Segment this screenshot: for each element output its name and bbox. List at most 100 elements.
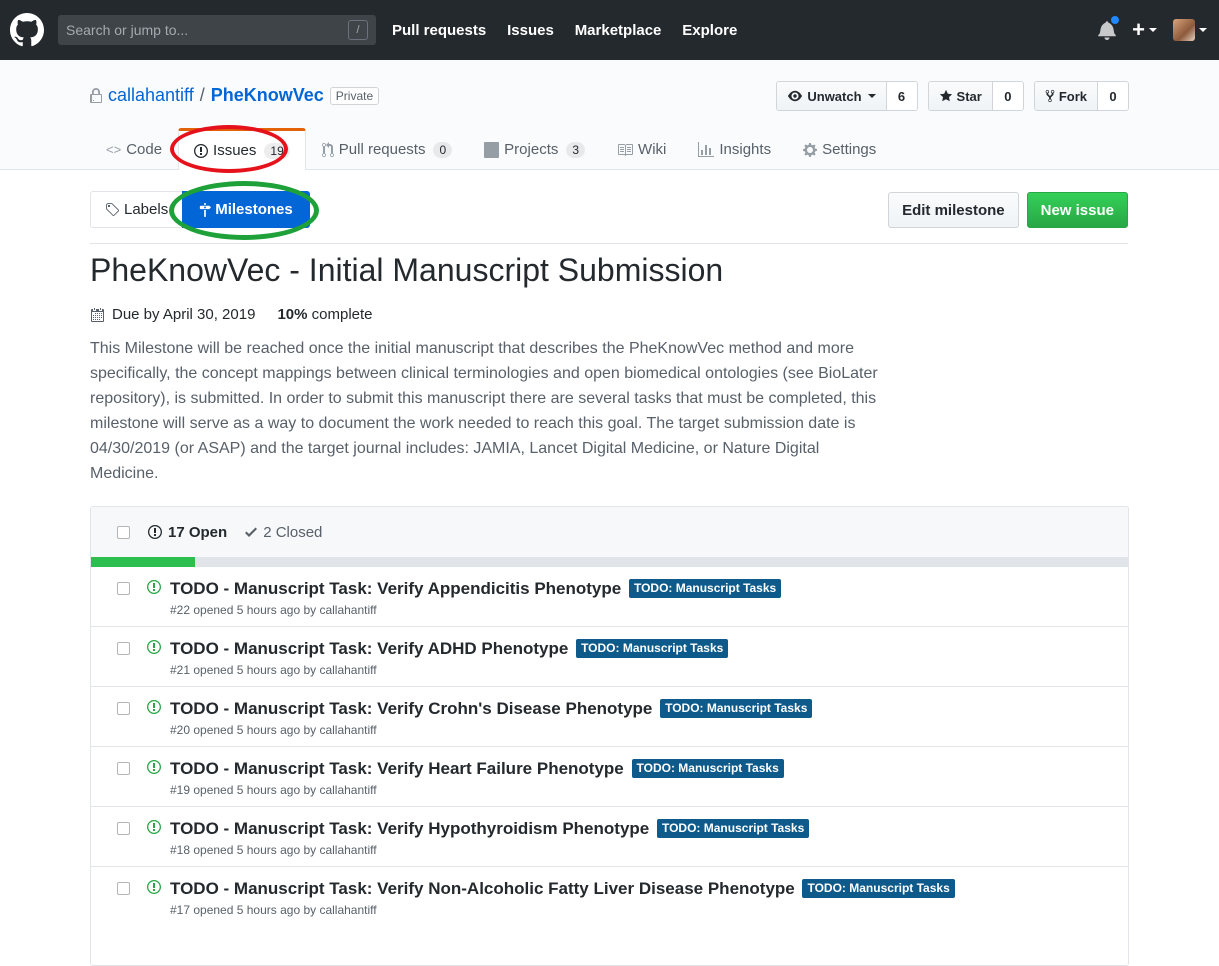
fork-button[interactable]: Fork xyxy=(1034,82,1098,110)
milestones-tab-label: Milestones xyxy=(215,201,293,218)
tab-insights[interactable]: Insights xyxy=(682,128,787,170)
star-button[interactable]: Star xyxy=(928,82,993,110)
issue-label-badge[interactable]: TODO: Manuscript Tasks xyxy=(802,879,955,898)
issue-checkbox[interactable] xyxy=(117,882,130,895)
issue-row[interactable]: TODO - Manuscript Task: Verify Hypothyro… xyxy=(91,806,1128,866)
open-issues-filter[interactable]: 17 Open xyxy=(148,524,227,541)
issue-checkbox[interactable] xyxy=(117,642,130,655)
fork-count[interactable]: 0 xyxy=(1098,82,1128,110)
milestone-description: This Milestone will be reached once the … xyxy=(90,340,878,482)
fork-label: Fork xyxy=(1058,88,1087,104)
lock-icon xyxy=(90,87,102,104)
user-menu[interactable] xyxy=(1173,19,1207,41)
issue-opened-icon xyxy=(147,819,161,838)
milestone-percent-value: 10% xyxy=(277,306,308,323)
issue-opened-icon xyxy=(147,639,161,658)
issue-row[interactable]: TODO - Manuscript Task: Verify Non-Alcoh… xyxy=(91,866,1128,926)
tab-settings-label: Settings xyxy=(822,141,877,158)
chevron-down-icon xyxy=(1199,28,1207,32)
search-input[interactable]: Search or jump to... / xyxy=(58,15,376,45)
issue-title-link[interactable]: TODO - Manuscript Task: Verify Hypothyro… xyxy=(170,819,649,838)
check-icon xyxy=(245,524,258,540)
search-placeholder: Search or jump to... xyxy=(66,22,189,38)
issue-title-line: TODO - Manuscript Task: Verify Hypothyro… xyxy=(170,818,1128,840)
labels-tab[interactable]: Labels xyxy=(90,191,183,228)
issues-table-header: 17 Open 2 Closed xyxy=(91,507,1128,557)
watch-count[interactable]: 6 xyxy=(886,82,917,110)
tab-wiki[interactable]: Wiki xyxy=(601,128,682,170)
star-count[interactable]: 0 xyxy=(992,82,1023,110)
issue-main: TODO - Manuscript Task: Verify Heart Fai… xyxy=(170,758,1128,797)
issue-main: TODO - Manuscript Task: Verify Appendici… xyxy=(170,578,1128,617)
issue-label-badge[interactable]: TODO: Manuscript Tasks xyxy=(628,579,782,598)
issue-checkbox[interactable] xyxy=(117,822,130,835)
nav-explore[interactable]: Explore xyxy=(682,22,737,39)
milestone-actions: Edit milestone New issue xyxy=(888,192,1128,228)
issue-opened-icon xyxy=(147,699,161,718)
gear-icon xyxy=(803,142,818,158)
issue-checkbox[interactable] xyxy=(117,582,130,595)
issue-label-badge[interactable]: TODO: Manuscript Tasks xyxy=(631,759,784,778)
notifications-bell-icon[interactable] xyxy=(1098,15,1121,40)
open-issues-label: 17 Open xyxy=(168,523,228,541)
milestones-tab[interactable]: Milestones xyxy=(169,181,320,240)
issue-title-line: TODO - Manuscript Task: Verify ADHD Phen… xyxy=(170,638,1128,660)
issue-opened-icon xyxy=(148,524,162,540)
repo-header: callahantiff / PheKnowVec Private Unwatc… xyxy=(0,60,1219,173)
closed-issues-filter[interactable]: 2 Closed xyxy=(245,524,322,541)
issue-label-badge[interactable]: TODO: Manuscript Tasks xyxy=(576,639,729,658)
issues-table: 17 Open 2 Closed TODO - Manuscript Task:… xyxy=(90,506,1129,966)
header-actions: + xyxy=(1098,0,1207,60)
issue-checkbox[interactable] xyxy=(117,702,130,715)
issue-main: TODO - Manuscript Task: Verify Hypothyro… xyxy=(170,818,1128,857)
repo-name-link[interactable]: PheKnowVec xyxy=(211,85,324,106)
tab-code-label: Code xyxy=(126,141,163,158)
issue-label-badge[interactable]: TODO: Manuscript Tasks xyxy=(656,819,810,838)
repo-title: callahantiff / PheKnowVec Private xyxy=(90,85,380,106)
issue-label-badge[interactable]: TODO: Manuscript Tasks xyxy=(660,699,813,718)
plus-icon: + xyxy=(1132,17,1145,42)
issue-title-link[interactable]: TODO - Manuscript Task: Verify Appendici… xyxy=(170,579,621,598)
github-logo-icon[interactable] xyxy=(10,13,44,47)
tab-code[interactable]: <> Code xyxy=(90,128,178,170)
tab-projects[interactable]: Projects 3 xyxy=(468,128,601,170)
issue-row[interactable]: TODO - Manuscript Task: Verify Appendici… xyxy=(91,567,1128,626)
tab-pull-requests[interactable]: Pull requests 0 xyxy=(306,128,468,170)
tab-settings[interactable]: Settings xyxy=(787,128,892,170)
labels-tab-label: Labels xyxy=(124,201,169,218)
issue-row[interactable]: TODO - Manuscript Task: Verify ADHD Phen… xyxy=(91,626,1128,686)
tab-pull-requests-label: Pull requests xyxy=(338,141,426,158)
issue-title-link[interactable]: TODO - Manuscript Task: Verify Crohn's D… xyxy=(170,699,652,718)
global-nav: Pull requests Issues Marketplace Explore xyxy=(392,22,754,39)
issue-meta: #17 opened 5 hours ago by callahantiff xyxy=(170,903,377,917)
issue-row[interactable]: TODO - Manuscript Task: Verify Heart Fai… xyxy=(91,746,1128,806)
new-issue-button[interactable]: New issue xyxy=(1026,192,1128,228)
select-all-checkbox[interactable] xyxy=(117,525,130,539)
nav-issues[interactable]: Issues xyxy=(507,22,554,39)
issue-main: TODO - Manuscript Task: Verify Crohn's D… xyxy=(170,698,1128,737)
create-new-menu[interactable]: + xyxy=(1132,17,1157,43)
nav-pull-requests[interactable]: Pull requests xyxy=(392,22,486,39)
issue-opened-icon xyxy=(147,759,161,778)
repo-owner-link[interactable]: callahantiff xyxy=(108,85,194,106)
tab-issues[interactable]: Issues 19 xyxy=(170,125,306,173)
issue-checkbox[interactable] xyxy=(117,762,130,775)
issue-title-link[interactable]: TODO - Manuscript Task: Verify Heart Fai… xyxy=(170,759,624,778)
issue-main: TODO - Manuscript Task: Verify ADHD Phen… xyxy=(170,638,1128,677)
nav-marketplace[interactable]: Marketplace xyxy=(575,22,662,39)
milestone-progress-bar xyxy=(91,557,1128,567)
chevron-down-icon xyxy=(867,94,876,98)
pull-request-icon xyxy=(321,141,334,158)
milestone-percent: 10% complete xyxy=(277,306,372,323)
repo-actions: Unwatch 6 Star 0 Fork 0 xyxy=(776,81,1129,111)
issues-counter: 19 xyxy=(264,142,290,159)
issue-title-line: TODO - Manuscript Task: Verify Heart Fai… xyxy=(170,758,1128,780)
issue-title-link[interactable]: TODO - Manuscript Task: Verify ADHD Phen… xyxy=(170,639,568,658)
edit-milestone-button[interactable]: Edit milestone xyxy=(888,192,1019,228)
issue-title-line: TODO - Manuscript Task: Verify Crohn's D… xyxy=(170,698,1128,720)
issue-title-link[interactable]: TODO - Manuscript Task: Verify Non-Alcoh… xyxy=(170,879,795,898)
issue-title-line: TODO - Manuscript Task: Verify Non-Alcoh… xyxy=(170,878,1128,900)
issue-row[interactable]: TODO - Manuscript Task: Verify Crohn's D… xyxy=(91,686,1128,746)
code-icon: <> xyxy=(106,142,122,157)
unwatch-button[interactable]: Unwatch xyxy=(777,82,887,110)
